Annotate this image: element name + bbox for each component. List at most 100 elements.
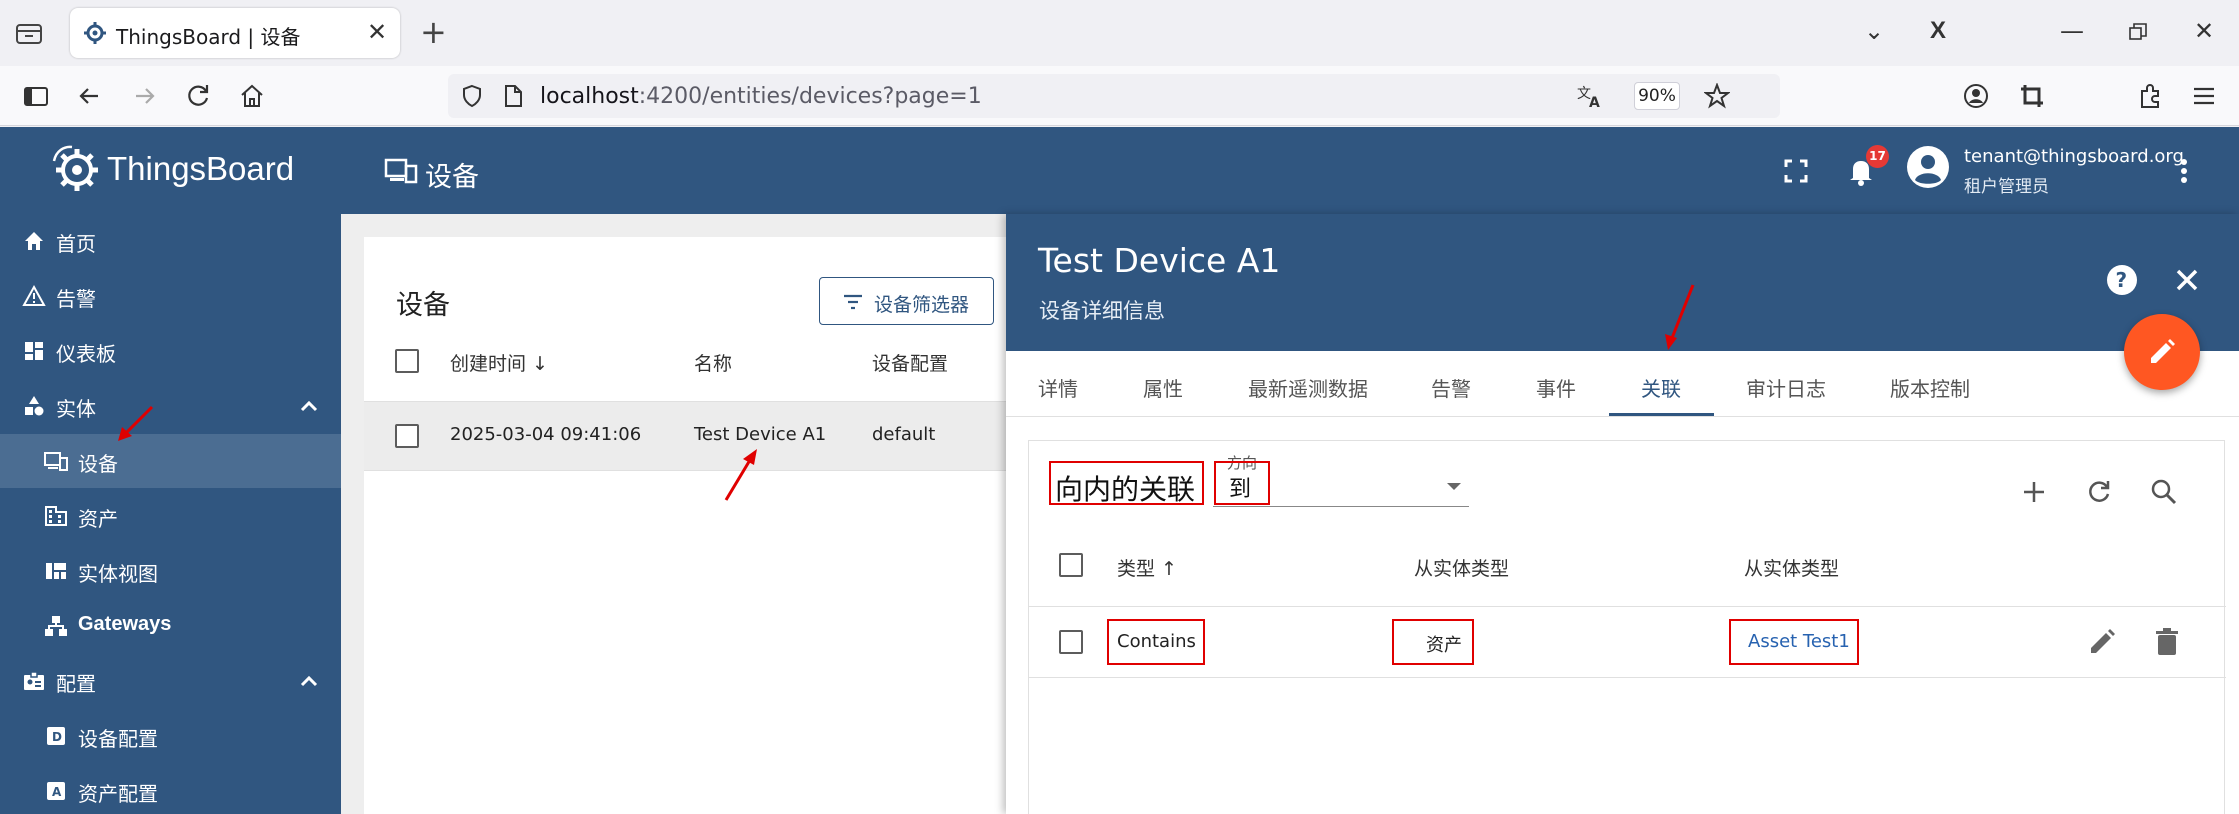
refresh-icon[interactable] — [2084, 477, 2114, 507]
dashboard-icon — [25, 342, 43, 360]
cell-created: 2025-03-04 09:41:06 — [450, 424, 642, 445]
dropdown-arrow-icon[interactable] — [1447, 483, 1461, 490]
sidebar-item-label: 设备配置 — [78, 727, 158, 751]
url-text[interactable]: localhost:4200/entities/devices?page=1 — [540, 84, 982, 109]
new-tab-icon[interactable]: + — [420, 15, 447, 49]
sidebar-item-asset-profiles[interactable]: A 资产配置 — [0, 764, 341, 814]
app-header: ThingsBoard 设备 17 tenant@thingsboard.org… — [0, 127, 2239, 214]
tab-relations[interactable]: 关联 — [1641, 373, 1681, 402]
sidebar-item-label: 仪表板 — [56, 342, 116, 366]
url-bar[interactable]: localhost:4200/entities/devices?page=1 文… — [448, 74, 1780, 118]
sidebar-item-gateways[interactable]: Gateways — [0, 599, 341, 653]
menu-icon[interactable] — [2190, 82, 2218, 110]
badge-icon — [24, 671, 44, 690]
extension-x-icon[interactable]: X — [1930, 16, 1946, 46]
select-all-checkbox[interactable] — [395, 349, 419, 373]
home-icon[interactable] — [238, 82, 266, 110]
translate-icon[interactable]: 文 A — [1576, 83, 1604, 109]
fullscreen-icon[interactable] — [1780, 155, 1812, 187]
sidebar-item-label: 实体 — [56, 397, 96, 421]
forward-icon[interactable] — [130, 82, 158, 110]
shapes-icon — [25, 396, 44, 416]
zoom-level-badge[interactable]: 90% — [1634, 82, 1680, 110]
column-header-created[interactable]: 创建时间 ↓ — [450, 349, 548, 376]
tab-overflow-chevron-icon[interactable]: ⌄ — [1864, 16, 1884, 46]
sidebar-item-devices[interactable]: 设备 — [0, 434, 341, 488]
svg-text:A: A — [52, 785, 62, 799]
tab-details[interactable]: 详情 — [1038, 373, 1078, 402]
column-header-from-entity-name[interactable]: 从实体类型 — [1744, 554, 1839, 581]
drawer-header: Test Device A1 设备详细信息 ? — [1006, 214, 2239, 351]
tab-events[interactable]: 事件 — [1536, 373, 1576, 402]
delete-icon[interactable] — [2153, 627, 2181, 657]
browser-tab-bar: ThingsBoard | 设备 ✕ + ⌄ X — ✕ — [0, 0, 2239, 66]
sidebar-item-profiles[interactable]: 配置 — [0, 654, 341, 708]
svg-text:A: A — [1589, 95, 1600, 109]
row-checkbox[interactable] — [1059, 630, 1083, 654]
sidebar-item-entity-views[interactable]: 实体视图 — [0, 544, 341, 598]
tab-alarms[interactable]: 告警 — [1431, 373, 1471, 402]
chevron-up-icon[interactable] — [298, 395, 320, 417]
sidebar-item-label: 设备 — [78, 452, 118, 476]
sidebar-item-alarms[interactable]: 告警 — [0, 269, 341, 323]
close-icon[interactable] — [2173, 266, 2201, 294]
restore-icon[interactable] — [2128, 22, 2148, 42]
sidebar-item-dashboards[interactable]: 仪表板 — [0, 324, 341, 378]
account-icon[interactable] — [1962, 82, 1990, 110]
cell-profile: default — [872, 424, 936, 445]
user-email[interactable]: tenant@thingsboard.org — [1964, 146, 2184, 167]
bookmark-star-icon[interactable] — [1704, 83, 1730, 109]
cell-name: Test Device A1 — [694, 424, 827, 445]
devices-table-title: 设备 — [396, 290, 450, 321]
window-close-icon[interactable]: ✕ — [2194, 16, 2214, 46]
app-logo-text[interactable]: ThingsBoard — [107, 150, 294, 188]
extensions-icon[interactable] — [2136, 82, 2164, 110]
browser-nav-bar: localhost:4200/entities/devices?page=1 文… — [0, 66, 2239, 126]
device-filter-button[interactable]: 设备筛选器 — [819, 277, 994, 325]
tab-version-control[interactable]: 版本控制 — [1890, 373, 1970, 402]
asset-profile-icon: A — [47, 782, 65, 800]
tab-list-icon[interactable] — [14, 20, 44, 46]
sidebar-item-label: Gateways — [78, 613, 172, 635]
active-tab-indicator — [1609, 413, 1714, 416]
thingsboard-logo-icon[interactable] — [50, 143, 102, 195]
shield-icon[interactable] — [460, 84, 484, 108]
sidebar-item-device-profiles[interactable]: D 设备配置 — [0, 709, 341, 763]
table-row[interactable]: Contains 资产 Asset Test1 — [1029, 606, 2226, 678]
user-avatar-icon[interactable] — [1906, 145, 1950, 189]
column-header-name[interactable]: 名称 — [694, 349, 732, 376]
tab-latest-telemetry[interactable]: 最新遥测数据 — [1248, 373, 1368, 402]
details-tabs: 详情 属性 最新遥测数据 告警 事件 关联 审计日志 版本控制 — [1006, 351, 2239, 417]
add-icon[interactable] — [2019, 477, 2049, 507]
sidebar-item-label: 实体视图 — [78, 562, 158, 586]
sidebar-item-label: 首页 — [56, 232, 96, 256]
table-row[interactable]: 2025-03-04 09:41:06 Test Device A1 defau… — [364, 401, 1064, 471]
help-icon[interactable]: ? — [2106, 264, 2138, 296]
sidebar-item-label: 资产 — [78, 507, 118, 531]
reload-icon[interactable] — [184, 82, 212, 110]
browser-tab[interactable]: ThingsBoard | 设备 ✕ — [70, 8, 400, 58]
back-icon[interactable] — [76, 82, 104, 110]
more-vert-icon[interactable] — [2172, 155, 2196, 187]
sidebar-toggle-icon[interactable] — [22, 82, 50, 110]
tab-audit-logs[interactable]: 审计日志 — [1746, 373, 1826, 402]
column-header-profile[interactable]: 设备配置 — [872, 349, 948, 376]
sidebar-item-entities[interactable]: 实体 — [0, 379, 341, 433]
chevron-up-icon[interactable] — [298, 670, 320, 692]
crop-icon[interactable] — [2018, 82, 2046, 110]
sort-desc-arrow-icon: ↓ — [532, 353, 548, 375]
tab-close-icon[interactable]: ✕ — [364, 19, 390, 45]
tab-attributes[interactable]: 属性 — [1143, 373, 1183, 402]
gateway-icon — [45, 616, 67, 636]
search-icon[interactable] — [2149, 477, 2179, 507]
edit-icon[interactable] — [2087, 627, 2117, 657]
row-checkbox[interactable] — [395, 424, 419, 448]
select-all-relations-checkbox[interactable] — [1059, 553, 1083, 577]
page-info-icon[interactable] — [502, 84, 524, 108]
sidebar-item-assets[interactable]: 资产 — [0, 489, 341, 543]
sidebar-item-label: 资产配置 — [78, 782, 158, 806]
column-header-type[interactable]: 类型 ↑ — [1117, 554, 1177, 581]
sidebar-item-home[interactable]: 首页 — [0, 214, 341, 268]
column-header-from-entity-type[interactable]: 从实体类型 — [1414, 554, 1509, 581]
minimize-icon[interactable]: — — [2060, 16, 2084, 46]
